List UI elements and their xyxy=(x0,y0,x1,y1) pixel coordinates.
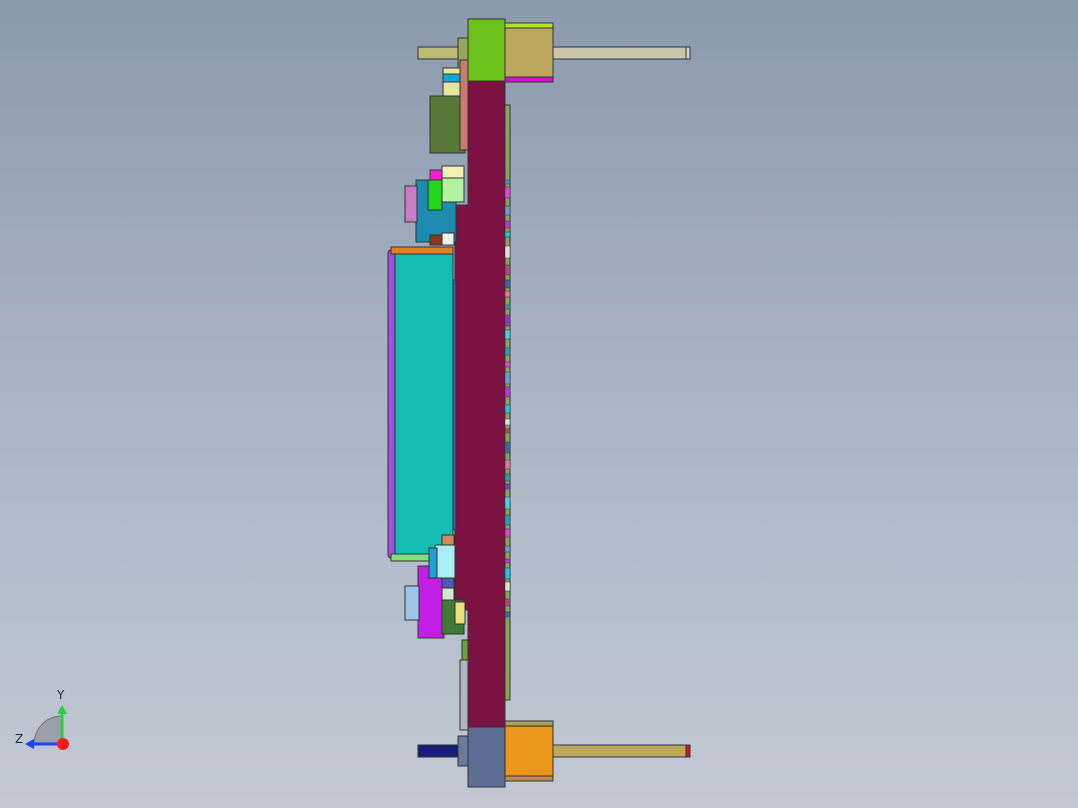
smd-component xyxy=(504,314,511,327)
y-axis-label: Y xyxy=(57,688,65,702)
smd-component xyxy=(504,205,511,216)
model-view[interactable] xyxy=(0,0,1078,808)
lower-cyan-part xyxy=(434,544,456,579)
bottom-screw-tip xyxy=(685,744,691,758)
top-spacer xyxy=(467,18,506,82)
top-standoff-washer-bottom xyxy=(504,76,554,83)
smd-component xyxy=(504,371,511,385)
usb-white-chip xyxy=(441,232,455,246)
bottom-spacer xyxy=(467,726,506,788)
smd-component xyxy=(504,581,511,592)
usb-magenta-chip xyxy=(429,169,443,181)
connector-orange-side xyxy=(459,59,469,151)
smd-component xyxy=(504,264,511,276)
smd-component xyxy=(504,528,511,538)
smd-component xyxy=(504,186,511,199)
smd-component xyxy=(504,611,511,618)
bottom-standoff-washer-top xyxy=(504,720,554,727)
lower-cyan-dark xyxy=(428,547,438,579)
smd-component xyxy=(504,361,511,368)
lower-blue-chip xyxy=(441,577,455,589)
smd-component xyxy=(504,245,511,259)
top-standoff xyxy=(504,26,554,78)
smd-component xyxy=(504,473,511,482)
smd-component xyxy=(504,404,511,414)
smd-component xyxy=(504,459,511,470)
bottom-standoff-washer-bottom xyxy=(504,775,554,782)
coordinate-triad[interactable] xyxy=(25,705,69,750)
smd-component xyxy=(504,386,511,398)
usb-plug-pink xyxy=(404,185,418,223)
lower-yellow-chip xyxy=(454,601,466,625)
usb-yellow-chip xyxy=(441,165,465,179)
smd-component xyxy=(504,279,511,289)
smd-component xyxy=(504,567,511,580)
z-axis-label: Z xyxy=(15,732,24,746)
lcd-top-rail xyxy=(390,246,454,255)
top-standoff-washer-top xyxy=(504,22,554,29)
smd-component xyxy=(504,496,511,510)
triad-arc xyxy=(33,715,63,745)
lower-light-part xyxy=(441,587,455,601)
smd-component xyxy=(504,418,511,426)
lcd-panel xyxy=(394,253,454,555)
smd-component xyxy=(504,220,511,229)
3d-viewport[interactable]: Y Z xyxy=(0,0,1078,808)
x-axis-dot xyxy=(57,738,69,750)
top-bolt-tail xyxy=(417,46,459,60)
y-axis-arrowhead xyxy=(57,705,67,714)
smd-component xyxy=(504,428,511,434)
bottom-mount-assembly[interactable] xyxy=(417,720,691,788)
usb-light-green xyxy=(441,177,465,203)
audio-jack-plug xyxy=(404,585,420,621)
smd-component xyxy=(504,545,511,553)
z-axis-arrowhead xyxy=(25,739,34,749)
smd-component xyxy=(504,514,511,526)
smd-component xyxy=(504,304,511,310)
bottom-nut xyxy=(457,735,469,767)
smd-component xyxy=(504,329,511,340)
smd-component xyxy=(504,483,511,490)
bottom-screw-shaft xyxy=(552,744,689,758)
lcd-module[interactable] xyxy=(387,246,457,562)
bottom-bolt-tail xyxy=(417,744,459,758)
smd-component xyxy=(504,179,511,185)
connector-top-cyan xyxy=(442,73,462,83)
bottom-standoff xyxy=(504,725,554,777)
top-screw-tip xyxy=(685,46,691,60)
smd-component xyxy=(504,347,511,356)
smd-component xyxy=(504,598,511,607)
lower-orange-chip xyxy=(441,534,455,546)
lower-dark-green xyxy=(461,639,469,661)
top-screw-shaft xyxy=(552,46,689,60)
lower-gray-part xyxy=(459,659,469,731)
smd-component xyxy=(504,558,511,564)
smd-component xyxy=(504,290,511,298)
smd-component xyxy=(504,231,511,238)
usb-green-part xyxy=(427,179,443,211)
smd-component xyxy=(504,441,511,454)
usb-brown-chip xyxy=(429,234,443,246)
lcd-backplate xyxy=(452,279,457,531)
